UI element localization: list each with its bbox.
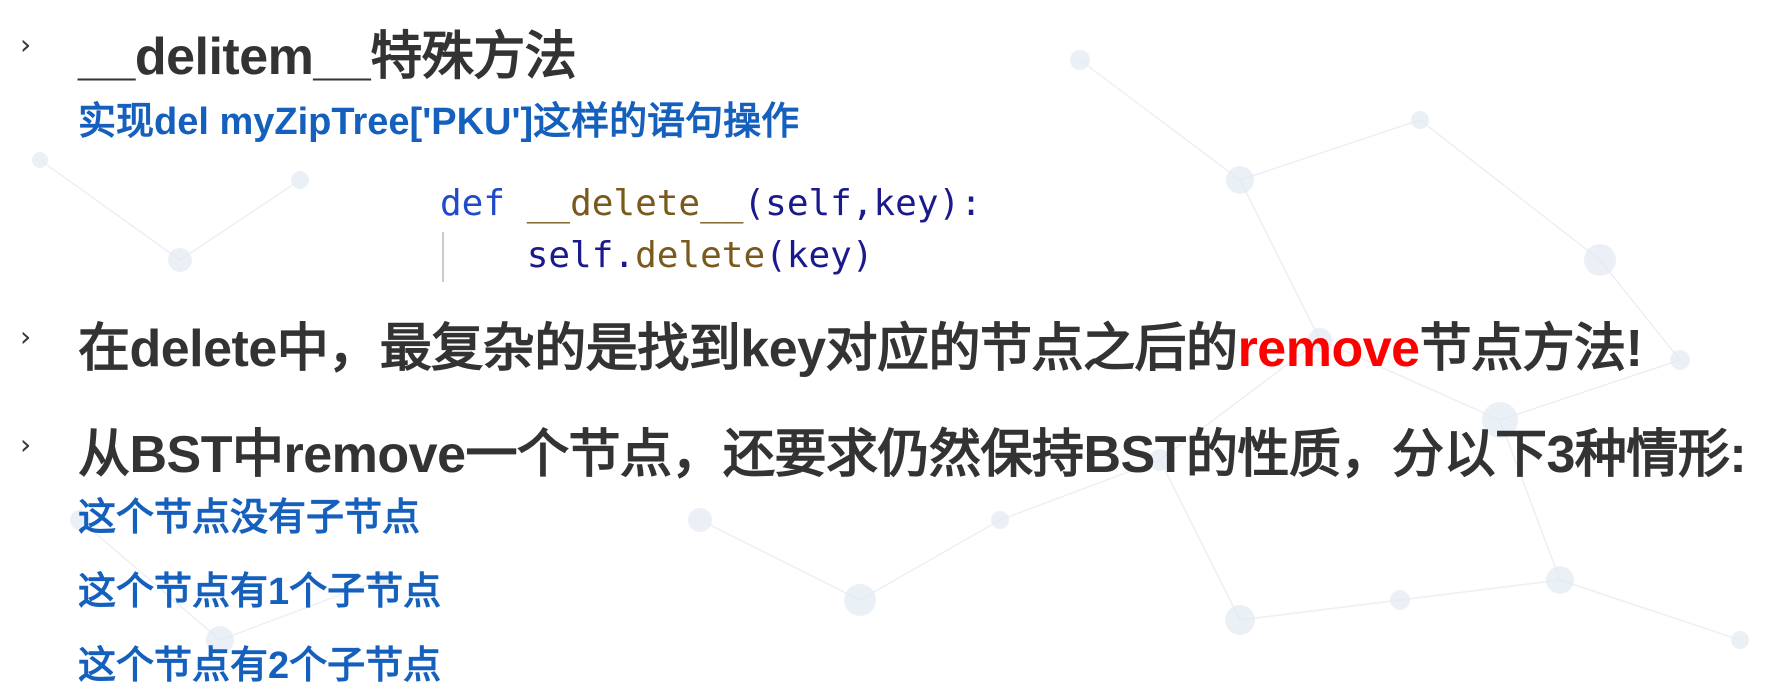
code-line-2: self.delete(key) xyxy=(440,235,874,276)
bullet-chevron-icon: › xyxy=(20,428,32,461)
section2-text: 在delete中，最复杂的是找到key对应的节点之后的remove节点方法! xyxy=(78,306,1643,381)
bullet-chevron-icon: › xyxy=(20,320,32,353)
case-item: 这个节点有1个子节点 xyxy=(78,571,442,613)
code-block: def __delete__(self,key): self.delete(ke… xyxy=(440,178,982,282)
code-call-args: (key) xyxy=(765,235,874,276)
code-function-name: __delete__ xyxy=(526,183,744,224)
code-function-args: (self,key): xyxy=(743,183,982,224)
slide-content: › __delitem__特殊方法 实现del myZipTree['PKU']… xyxy=(0,0,1780,700)
section1-subtitle: 实现del myZipTree['PKU']这样的语句操作 xyxy=(78,101,800,143)
section2-text-after: 节点方法! xyxy=(1419,320,1643,378)
bullet-chevron-icon: › xyxy=(20,28,32,61)
code-line-1: def __delete__(self,key): xyxy=(440,183,982,224)
section3-title: 从BST中remove一个节点，还要求仍然保持BST的性质，分以下3种情形: xyxy=(78,426,1747,484)
code-self-ref: self. xyxy=(526,235,636,276)
section1-title: __delitem__特殊方法 xyxy=(78,28,577,86)
code-method-name: delete xyxy=(635,235,766,276)
code-def-keyword: def xyxy=(440,183,506,224)
case-item: 这个节点有2个子节点 xyxy=(78,645,442,687)
section2-highlight: remove xyxy=(1237,320,1421,378)
section2-text-before: 在delete中，最复杂的是找到key对应的节点之后的 xyxy=(78,320,1238,378)
case-item: 这个节点没有子节点 xyxy=(78,497,421,539)
